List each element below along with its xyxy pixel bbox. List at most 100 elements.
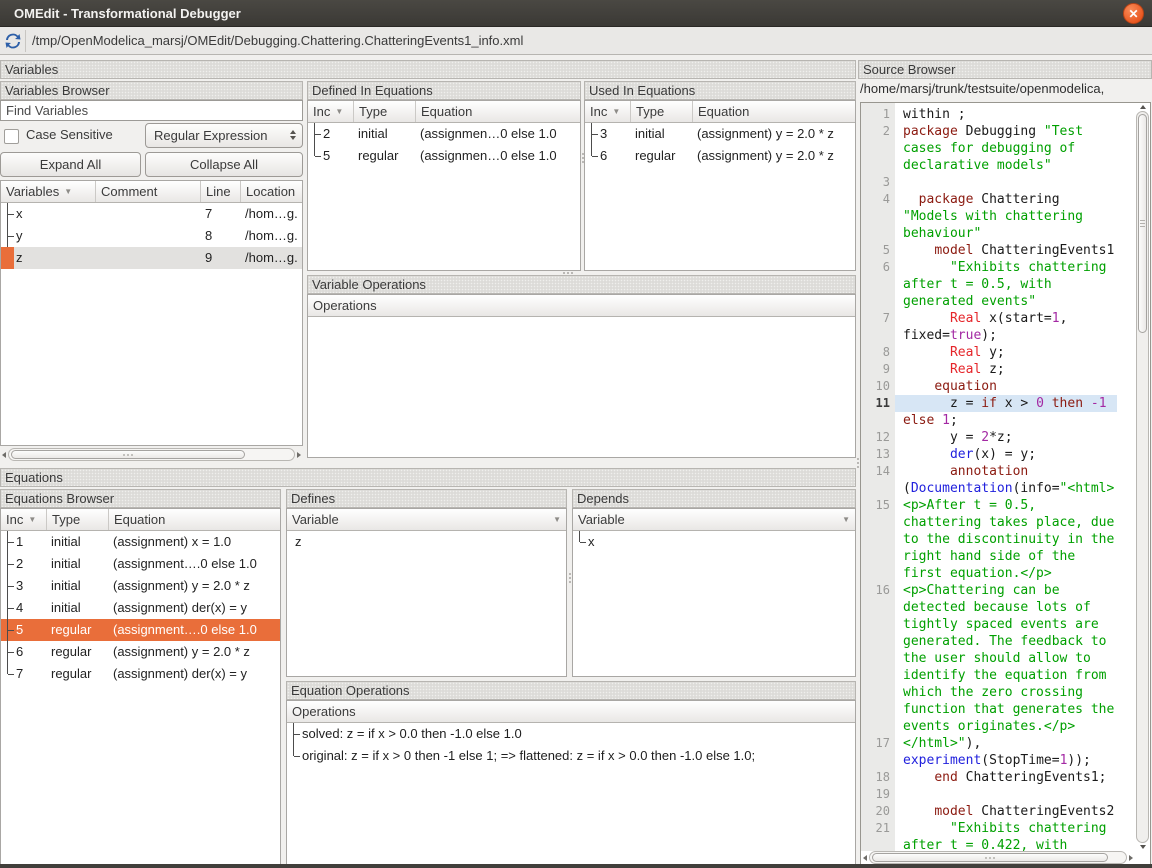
line-number: 17 <box>861 735 895 769</box>
refresh-icon[interactable] <box>1 29 25 53</box>
column-header[interactable]: Equation <box>416 101 580 122</box>
source-line: 5 model ChatteringEvents1 <box>861 242 1135 259</box>
search-mode-combo[interactable]: Regular Expression <box>145 123 303 148</box>
column-header[interactable]: Line <box>201 181 241 202</box>
line-number <box>861 412 895 429</box>
source-line: 11 z = if x > 0 then -1 <box>861 395 1135 412</box>
column-header[interactable]: Variable▼ <box>573 509 855 530</box>
title-bar: OMEdit - Transformational Debugger ✕ <box>0 0 1152 27</box>
line-number: 3 <box>861 174 895 191</box>
table-row[interactable]: 6regular(assignment) y = 2.0 * z <box>585 145 855 167</box>
variables-table-header: Variables▼ Comment Line Location <box>1 181 302 203</box>
source-code-view[interactable]: 1within ;2package Debugging "Test cases … <box>860 102 1151 866</box>
case-sensitive-checkbox[interactable] <box>4 129 19 144</box>
variables-table: Variables▼ Comment Line Location x7/hom…… <box>0 180 303 446</box>
variables-browser-header: Variables Browser <box>0 81 303 100</box>
table-row[interactable]: 1initial(assignment) x = 1.0 <box>1 531 280 553</box>
path-toolbar: /tmp/OpenModelica_marsj/OMEdit/Debugging… <box>0 27 1152 55</box>
source-line: 12 y = 2*z; <box>861 429 1135 446</box>
column-header[interactable]: Inc▼ <box>308 101 354 122</box>
source-line: 13 der(x) = y; <box>861 446 1135 463</box>
column-header[interactable]: Comment <box>96 181 201 202</box>
column-header[interactable]: Inc▼ <box>1 509 47 530</box>
equations-table: Inc▼ Type Equation 1initial(assignment) … <box>0 508 281 868</box>
selected-row-marker <box>1 247 14 269</box>
used-in-header: Used In Equations <box>584 81 856 100</box>
source-line: 4 package Chattering "Models with chatte… <box>861 191 1135 242</box>
source-line: 17</html>"), experiment(StopTime=1)); <box>861 735 1135 769</box>
splitter-handle[interactable] <box>568 570 571 586</box>
source-code-lines: 1within ;2package Debugging "Test cases … <box>861 103 1135 851</box>
table-row[interactable]: 5regular(assignment….0 else 1.0 <box>1 619 280 641</box>
close-icon: ✕ <box>1128 8 1138 20</box>
column-header[interactable]: Location <box>241 181 302 202</box>
line-number: 20 <box>861 803 895 820</box>
source-file-path: /home/marsj/trunk/testsuite/openmodelica… <box>860 80 1150 98</box>
line-number: 5 <box>861 242 895 259</box>
line-number: 6 <box>861 259 895 310</box>
source-line: 20 model ChatteringEvents2 <box>861 803 1135 820</box>
line-number: 4 <box>861 191 895 242</box>
source-line: else 1; <box>861 412 1135 429</box>
defined-in-table: Inc▼ Type Equation 2initial(assignmen…0 … <box>307 100 581 271</box>
find-variables-input[interactable] <box>0 100 303 121</box>
operation-row[interactable]: solved: z = if x > 0.0 then -1.0 else 1.… <box>287 723 855 745</box>
window-bottom-border <box>0 864 1152 868</box>
equation-operations-header: Equation Operations <box>286 681 856 700</box>
source-browser-header: Source Browser <box>858 60 1152 79</box>
operation-row[interactable]: original: z = if x > 0 then -1 else 1; =… <box>287 745 855 767</box>
column-header[interactable]: Type <box>47 509 109 530</box>
splitter-handle[interactable] <box>581 150 584 166</box>
column-header[interactable]: Equation <box>693 101 855 122</box>
source-line: 18 end ChatteringEvents1; <box>861 769 1135 786</box>
line-number: 10 <box>861 378 895 395</box>
source-line: 9 Real z; <box>861 361 1135 378</box>
equations-browser-header: Equations Browser <box>0 489 281 508</box>
splitter-handle[interactable] <box>856 455 859 471</box>
table-row[interactable]: y8/hom…g. <box>1 225 302 247</box>
source-line: 8 Real y; <box>861 344 1135 361</box>
table-row[interactable]: 7regular(assignment) der(x) = y <box>1 663 280 685</box>
defined-in-header: Defined In Equations <box>307 81 581 100</box>
source-horizontal-scrollbar[interactable] <box>861 850 1135 865</box>
table-row[interactable]: 3initial(assignment) y = 2.0 * z <box>1 575 280 597</box>
table-row[interactable]: x7/hom…g. <box>1 203 302 225</box>
column-header[interactable]: Variable▼ <box>287 509 566 530</box>
variable-operations-table: Operations <box>307 294 856 458</box>
column-header[interactable]: Operations <box>287 701 855 722</box>
source-line: 10 equation <box>861 378 1135 395</box>
splitter-handle[interactable] <box>560 271 576 275</box>
table-row[interactable]: x <box>573 531 855 553</box>
table-row[interactable]: 5regular(assignmen…0 else 1.0 <box>308 145 580 167</box>
variables-group-header: Variables <box>0 60 856 79</box>
column-header[interactable]: Variables▼ <box>1 181 96 202</box>
column-header[interactable]: Type <box>631 101 693 122</box>
line-number: 15 <box>861 497 895 582</box>
column-header[interactable]: Operations <box>308 295 855 316</box>
table-row[interactable]: z <box>287 531 566 553</box>
column-header[interactable]: Equation <box>109 509 280 530</box>
table-row[interactable]: z9/hom…g. <box>1 247 302 269</box>
table-row[interactable]: 4initial(assignment) der(x) = y <box>1 597 280 619</box>
table-row[interactable]: 6regular(assignment) y = 2.0 * z <box>1 641 280 663</box>
table-row[interactable]: 3initial(assignment) y = 2.0 * z <box>585 123 855 145</box>
column-header[interactable]: Inc▼ <box>585 101 631 122</box>
line-number: 14 <box>861 463 895 497</box>
sort-desc-icon: ▼ <box>64 181 72 202</box>
table-row[interactable]: 2initial(assignmen…0 else 1.0 <box>308 123 580 145</box>
variable-operations-header: Variable Operations <box>307 275 856 294</box>
source-vertical-scrollbar[interactable] <box>1135 103 1150 851</box>
collapse-all-button[interactable]: Collapse All <box>145 152 303 177</box>
line-number: 12 <box>861 429 895 446</box>
table-row[interactable]: 2initial(assignment….0 else 1.0 <box>1 553 280 575</box>
equation-operations-table: Operations solved: z = if x > 0.0 then -… <box>286 700 856 866</box>
column-header[interactable]: Type <box>354 101 416 122</box>
source-line: 14 annotation (Documentation(info="<html… <box>861 463 1135 497</box>
source-line: 7 Real x(start=1, fixed=true); <box>861 310 1135 344</box>
variables-horizontal-scrollbar[interactable] <box>0 447 303 462</box>
expand-all-button[interactable]: Expand All <box>0 152 141 177</box>
window-title: OMEdit - Transformational Debugger <box>14 6 241 21</box>
close-button[interactable]: ✕ <box>1123 3 1144 24</box>
sort-desc-icon: ▼ <box>28 509 36 530</box>
line-number: 11 <box>861 395 895 412</box>
